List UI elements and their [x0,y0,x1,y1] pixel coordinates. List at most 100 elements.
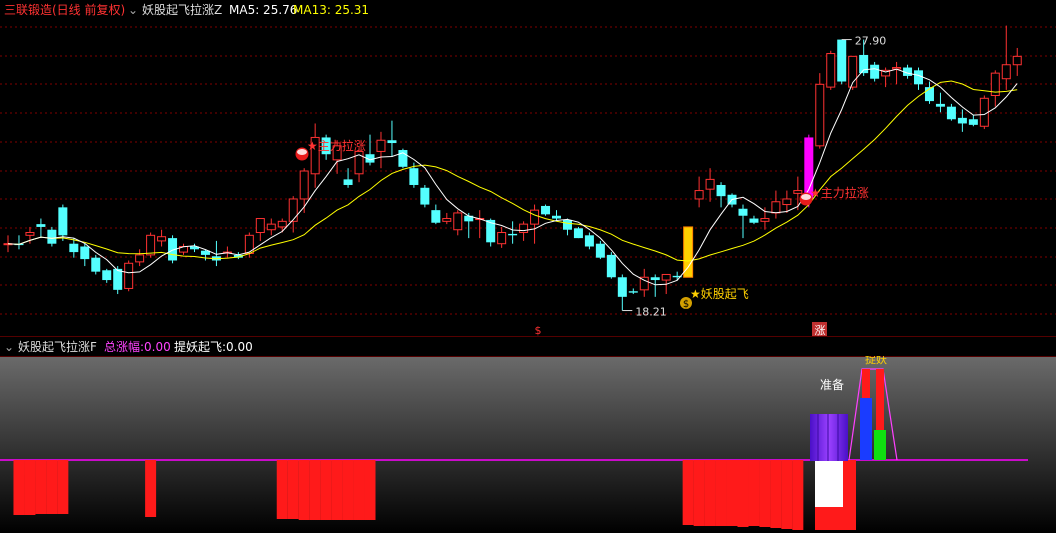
catch-value: 0.00 [226,340,253,354]
gain-bar [320,460,332,520]
main-pull-ball-icon-shine [297,149,307,155]
gain-bar [35,460,47,514]
candle-body [782,198,792,206]
gain-bar [704,460,716,526]
low-price-label: 18.21 [635,306,667,319]
indicator-dropdown-icon[interactable]: ⌄ [128,0,138,20]
candle-body [288,198,298,222]
candle-body [650,277,660,281]
candle-body [628,291,638,293]
candle-body [837,39,847,82]
candle-body [343,179,353,185]
candle-body [815,83,825,147]
candle-body [562,219,572,230]
gain-bar [309,460,321,520]
total-gain-value: 0.00 [144,340,171,354]
main-pull-label: ★主力拉涨 [307,138,366,153]
candle-body [694,190,704,200]
candle-body [80,246,90,260]
candle-body [255,218,265,234]
candle-body [749,218,759,223]
candle-body [508,233,518,236]
candle-body [946,106,956,120]
gain-bar [715,460,727,526]
candle-body [530,209,540,225]
candle-body [584,235,594,247]
candle-body [541,205,551,215]
main-indicator-name[interactable]: 妖股起飞拉涨Z [142,0,222,20]
candle-body [552,215,561,219]
gain-bar [24,460,36,515]
candle-body [47,229,57,244]
gain-bar [353,460,365,520]
sub-indicator-dropdown-icon[interactable]: ⌄ [4,337,14,357]
money-bag-symbol: $ [683,299,689,310]
ma13-value: MA13: 25.31 [293,3,370,17]
candle-body [771,201,781,214]
gain-bar [364,460,376,520]
gain-bar [287,460,299,519]
candle-body [617,277,627,297]
candle-body [442,218,452,222]
ready-label: 准备 [820,378,844,392]
candle-body [157,236,167,242]
sub-indicator-name[interactable]: 妖股起飞拉涨F [18,337,97,357]
candle-body [968,119,978,125]
gain-bar [331,460,343,520]
marker-zhang: 涨 [815,324,826,337]
catch-red-bar [862,369,870,398]
candle-body [705,178,715,190]
candle-body [760,218,770,222]
candle-body [826,53,836,88]
stock-name[interactable]: 三联锻造 [4,0,52,20]
gain-bar [57,460,69,514]
gain-bar [737,460,749,527]
candle-body [683,226,693,278]
candle-series [3,25,1022,311]
candle-body [519,223,529,234]
candle-body [957,117,967,124]
candle-body [661,273,671,281]
sub-chart-header: ⌄ 妖股起飞拉涨F 总涨幅: 0.00 提妖起飞: 0.00 [0,337,1056,356]
candle-body [102,270,112,281]
lower-panel: 准备捉妖 [0,352,1056,533]
candle-body [453,212,463,231]
candle-body [299,170,309,200]
candle-body [935,103,945,107]
total-gain-label: 总涨幅: [104,340,145,354]
candle-body [36,224,46,227]
candle-body [738,208,748,216]
candle-body [573,228,583,239]
candle-body [376,139,386,152]
candle-body [595,243,605,258]
candle-body [69,243,79,253]
chart-canvas: 27.9018.21★主力拉涨★主力拉涨$★妖股起飞$ 涨 准备捉妖 [0,25,1056,533]
gain-bar [726,460,738,526]
candle-body [58,207,68,236]
candle-body [606,254,616,278]
candle-body [91,257,101,272]
catch-label: 提妖起飞: [174,340,227,354]
candle-body [113,268,123,290]
ready-block [810,414,848,461]
ma5-value: MA5: 25.76 [229,3,298,17]
candle-body [793,190,803,194]
main-pull-label: ★主力拉涨 [810,185,869,200]
candle-body [870,64,880,79]
catch-red-bar [876,369,884,430]
period-label[interactable]: (日线 前复权) [52,0,125,20]
marker-s: $ [535,324,542,337]
candle-body [409,168,419,185]
gain-bar [843,460,856,530]
gain-bar [682,460,694,525]
gain-bar [748,460,760,526]
gain-bar [693,460,705,526]
lower-background [0,357,1056,533]
gain-bar [342,460,354,520]
candle-body [497,232,507,245]
candle-body [387,140,397,144]
gain-bar [276,460,288,519]
catch-green-bar [874,430,886,460]
candle-body [1001,64,1011,80]
grid-lines [0,26,1056,357]
